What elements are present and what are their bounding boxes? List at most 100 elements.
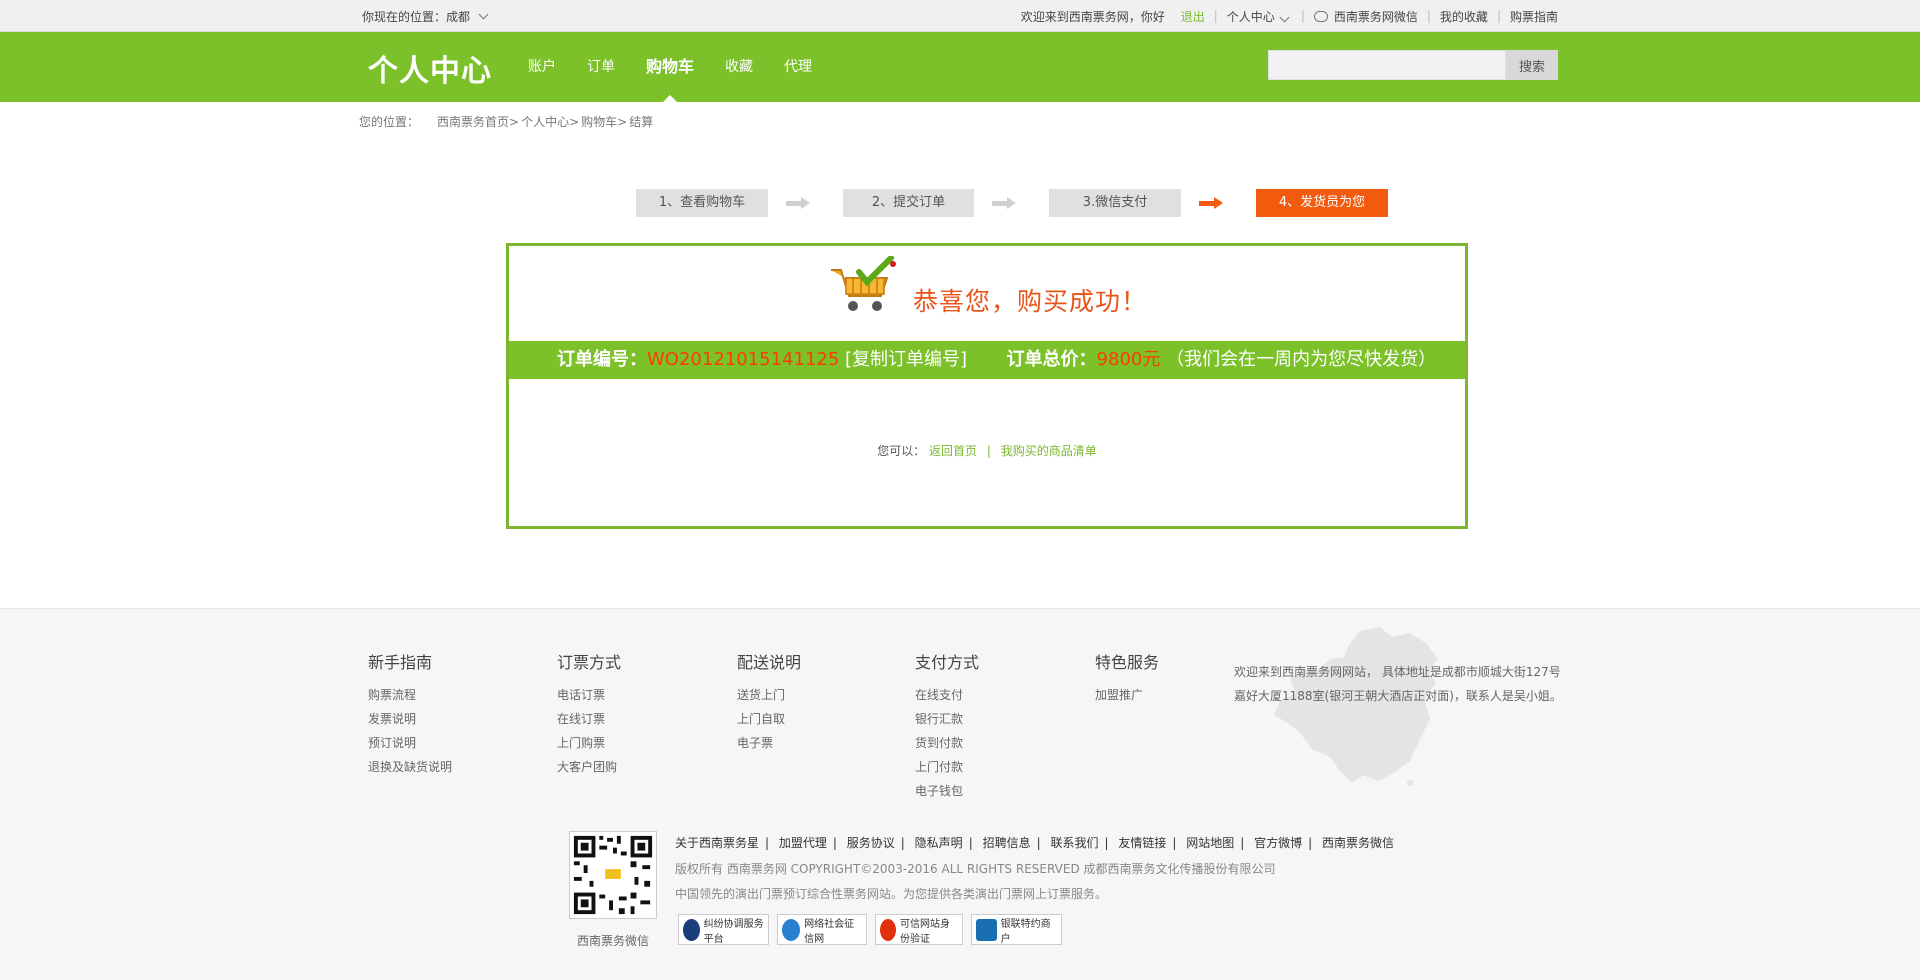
divider: | bbox=[1213, 9, 1218, 23]
footer: 新手指南 购票流程 发票说明 预订说明 退换及缺货说明 订票方式 电话订票 在线… bbox=[0, 608, 1920, 980]
divider: | bbox=[1496, 9, 1501, 23]
footer-link[interactable]: 电子票 bbox=[737, 731, 801, 755]
footer-link[interactable]: 发票说明 bbox=[368, 707, 452, 731]
breadcrumb: 您的位置： 西南票务首页> 个人中心> 购物车> 结算 bbox=[359, 113, 653, 130]
main-nav: 账户 订单 购物车 收藏 代理 bbox=[528, 32, 843, 102]
location-selector[interactable]: 你现在的位置：成都 bbox=[362, 8, 491, 25]
header: 个人中心 账户 订单 购物车 收藏 代理 搜索 bbox=[0, 32, 1920, 102]
chevron-down-icon bbox=[478, 9, 489, 19]
my-items-link[interactable]: 我购买的商品清单 bbox=[1001, 444, 1097, 458]
arrow-right-icon bbox=[786, 197, 812, 209]
logout-link[interactable]: 退出 bbox=[1181, 8, 1205, 25]
footer-col-title: 订票方式 bbox=[557, 653, 622, 672]
step-submit-order: 2、提交订单 bbox=[843, 189, 974, 217]
top-bar: 你现在的位置：成都 欢迎来到西南票务网，你好 退出 | 个人中心 | 西南票务网… bbox=[0, 0, 1920, 32]
shipping-note: （我们会在一周内为您尽快发货） bbox=[1166, 349, 1437, 370]
order-no: WO20121015141125 bbox=[647, 349, 840, 370]
footer-link[interactable]: 上门购票 bbox=[557, 731, 621, 755]
footer-link[interactable]: 银行汇款 bbox=[915, 707, 979, 731]
badge-trusted-site[interactable]: 可信网站身份验证 bbox=[875, 914, 963, 945]
footer-link[interactable]: 官方微博 bbox=[1254, 836, 1302, 850]
slogan: 中国领先的演出门票预订综合性票务网站。为您提供各类演出门票网上订票服务。 bbox=[675, 887, 1108, 901]
footer-link[interactable]: 加盟代理 bbox=[779, 836, 827, 850]
footer-link[interactable]: 联系我们 bbox=[1050, 836, 1098, 850]
personal-center-link[interactable]: 个人中心 bbox=[1227, 8, 1292, 25]
trust-badges: 纠纷协调服务平台 网络社会征信网 可信网站身份验证 银联特约商户 bbox=[678, 914, 1062, 945]
search-input[interactable] bbox=[1268, 50, 1506, 80]
footer-col-title: 新手指南 bbox=[368, 653, 433, 672]
badge-dispute[interactable]: 纠纷协调服务平台 bbox=[678, 914, 769, 945]
footer-col-booking: 订票方式 电话订票 在线订票 上门购票 大客户团购 bbox=[557, 649, 621, 779]
next-actions: 您可以： 返回首页 | 我购买的商品清单 bbox=[509, 442, 1465, 459]
footer-link[interactable]: 上门自取 bbox=[737, 707, 801, 731]
footer-link[interactable]: 电子钱包 bbox=[915, 779, 979, 803]
footer-link[interactable]: 友情链接 bbox=[1118, 836, 1166, 850]
order-no-label: 订单编号： bbox=[557, 349, 647, 370]
personal-center-label: 个人中心 bbox=[1226, 9, 1275, 24]
wechat-link[interactable]: 西南票务网微信 bbox=[1334, 8, 1418, 25]
footer-link[interactable]: 大客户团购 bbox=[557, 755, 621, 779]
order-info-bar: 订单编号：WO20121015141125 [复制订单编号] 订单总价：9800… bbox=[509, 341, 1465, 379]
footer-link[interactable]: 在线支付 bbox=[915, 683, 979, 707]
guide-link[interactable]: 购票指南 bbox=[1510, 8, 1558, 25]
footer-links: 关于西南票务星 | 加盟代理 | 服务协议 | 隐私声明 | 招聘信息 | 联系我们 | 友… bbox=[675, 836, 1395, 850]
company-address: 欢迎来到西南票务网网站， 具体地址是成都市顺城大街127号嘉好大厦1188室(银… bbox=[1234, 665, 1562, 703]
shield-icon bbox=[782, 918, 801, 941]
footer-link[interactable]: 服务协议 bbox=[847, 836, 895, 850]
arrow-right-icon bbox=[1199, 197, 1225, 209]
footer-col-title: 支付方式 bbox=[915, 653, 980, 672]
success-title: 恭喜您，购买成功！ bbox=[913, 287, 1148, 316]
chevron-down-icon bbox=[1279, 12, 1290, 22]
divider: | bbox=[986, 444, 991, 458]
step-shipping: 4、发货员为您发货 bbox=[1256, 189, 1388, 238]
nav-favorites[interactable]: 收藏 bbox=[725, 32, 753, 102]
divider: | bbox=[1426, 9, 1431, 23]
shopping-cart-check-icon bbox=[831, 256, 896, 311]
footer-link[interactable]: 在线订票 bbox=[557, 707, 621, 731]
nav-orders[interactable]: 订单 bbox=[587, 32, 615, 102]
footer-link[interactable]: 购票流程 bbox=[368, 683, 452, 707]
nav-account[interactable]: 账户 bbox=[528, 32, 556, 102]
footer-link[interactable]: 加盟推广 bbox=[1095, 683, 1159, 707]
divider: | bbox=[1300, 9, 1305, 23]
step-view-cart: 1、查看购物车 bbox=[636, 189, 768, 217]
footer-link[interactable]: 关于西南票务星 bbox=[675, 836, 759, 850]
footer-col-title: 配送说明 bbox=[737, 653, 802, 672]
footer-link[interactable]: 送货上门 bbox=[737, 683, 801, 707]
checkout-steps: 1、查看购物车 2、提交订单 3.微信支付 4、发货员为您发货 bbox=[636, 189, 1388, 238]
nav-cart[interactable]: 购物车 bbox=[646, 32, 694, 102]
breadcrumb-current: 结算 bbox=[629, 115, 654, 129]
you-can-label: 您可以： bbox=[877, 444, 926, 458]
footer-link[interactable]: 上门付款 bbox=[915, 755, 979, 779]
footer-link[interactable]: 电话订票 bbox=[557, 683, 621, 707]
logo[interactable]: 个人中心 bbox=[368, 46, 492, 90]
footer-link[interactable]: 退换及缺货说明 bbox=[368, 755, 452, 779]
footer-link[interactable]: 货到付款 bbox=[915, 731, 979, 755]
location-label: 你现在的位置：成都 bbox=[362, 9, 471, 24]
breadcrumb-label: 您的位置： bbox=[359, 115, 420, 129]
search-button[interactable]: 搜索 bbox=[1506, 50, 1558, 80]
order-total-label: 订单总价： bbox=[1006, 349, 1097, 370]
arrow-right-icon bbox=[992, 197, 1018, 209]
wechat-icon bbox=[1313, 10, 1328, 22]
footer-link[interactable]: 隐私声明 bbox=[915, 836, 963, 850]
footer-col-payment: 支付方式 在线支付 银行汇款 货到付款 上门付款 电子钱包 bbox=[915, 649, 979, 803]
footer-link[interactable]: 预订说明 bbox=[368, 731, 452, 755]
purchase-success-panel: 恭喜您，购买成功！ 订单编号：WO20121015141125 [复制订单编号]… bbox=[506, 243, 1468, 529]
favorites-link[interactable]: 我的收藏 bbox=[1440, 8, 1488, 25]
shield-icon bbox=[683, 918, 700, 941]
breadcrumb-home[interactable]: 西南票务首页> bbox=[437, 113, 519, 130]
footer-link[interactable]: 西南票务微信 bbox=[1322, 836, 1394, 850]
footer-col-title: 特色服务 bbox=[1095, 653, 1160, 672]
copy-order-no-link[interactable]: [复制订单编号] bbox=[845, 349, 967, 370]
breadcrumb-cart[interactable]: 购物车> bbox=[581, 113, 627, 130]
footer-link[interactable]: 网站地图 bbox=[1186, 836, 1234, 850]
back-home-link[interactable]: 返回首页 bbox=[929, 444, 977, 458]
nav-agent[interactable]: 代理 bbox=[784, 32, 812, 102]
breadcrumb-personal-center[interactable]: 个人中心> bbox=[521, 113, 579, 130]
badge-unionpay[interactable]: 银联特约商户 bbox=[971, 914, 1062, 945]
badge-credit[interactable]: 网络社会征信网 bbox=[777, 914, 867, 945]
order-total: 9800元 bbox=[1096, 349, 1161, 370]
welcome-text: 欢迎来到西南票务网，你好 bbox=[1020, 9, 1165, 24]
footer-link[interactable]: 招聘信息 bbox=[983, 836, 1031, 850]
